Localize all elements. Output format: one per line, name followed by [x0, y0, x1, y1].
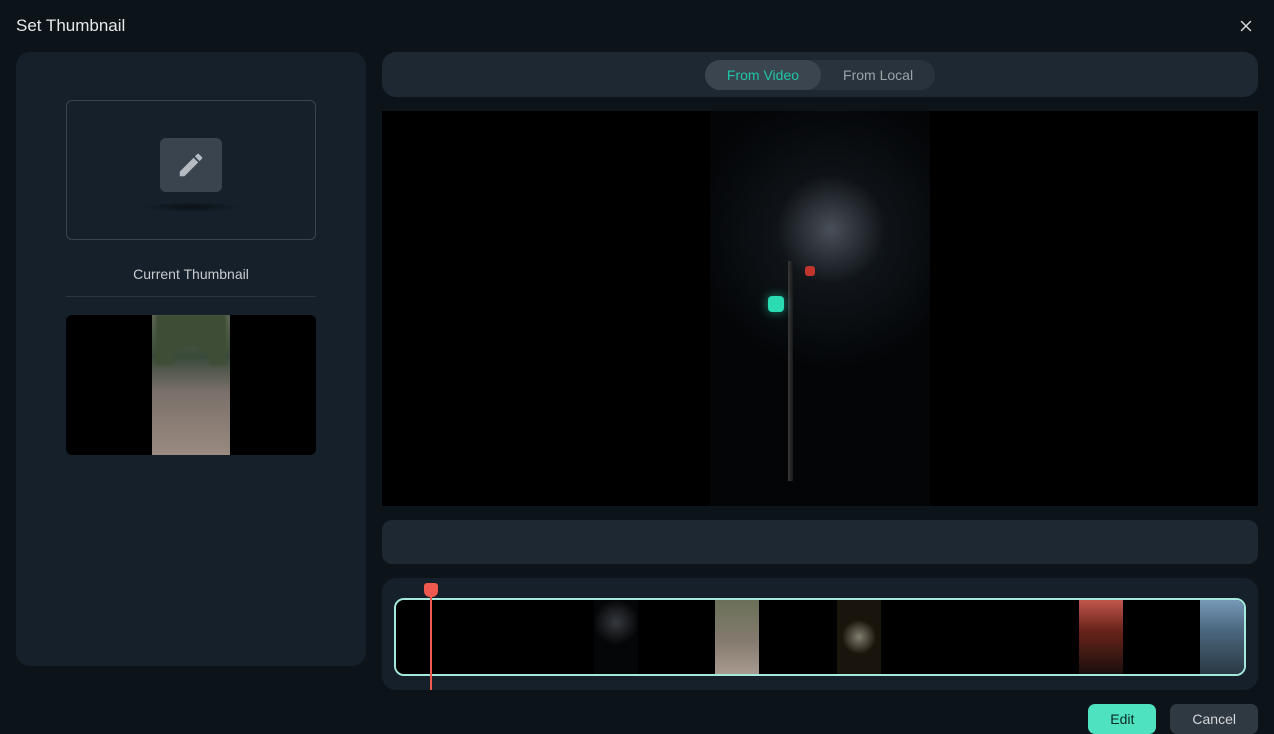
timeline-frame[interactable]	[638, 600, 759, 674]
video-content	[710, 111, 930, 506]
signal-green-graphic	[768, 296, 784, 312]
frame-thumb	[958, 600, 1002, 674]
thumbnail-selector-panel: From Video From Local	[382, 52, 1258, 690]
timeline-panel	[382, 578, 1258, 690]
dialog-title: Set Thumbnail	[16, 16, 125, 36]
video-preview-area	[382, 111, 1258, 506]
timeline-playhead[interactable]	[430, 586, 432, 690]
timeline-frame[interactable]	[1002, 600, 1123, 674]
signal-red-graphic	[805, 266, 815, 276]
cancel-button[interactable]: Cancel	[1170, 704, 1258, 734]
pole-graphic	[788, 261, 793, 481]
frame-thumb	[1079, 600, 1123, 674]
timeline-frame[interactable]	[881, 600, 1002, 674]
frame-thumb	[715, 600, 759, 674]
divider	[66, 296, 316, 297]
tab-from-video[interactable]: From Video	[705, 60, 821, 90]
timeline-track[interactable]	[394, 598, 1246, 676]
edit-button[interactable]: Edit	[1088, 704, 1156, 734]
dialog-header: Set Thumbnail	[16, 14, 1258, 38]
timeline-frame[interactable]	[1123, 600, 1244, 674]
shadow	[141, 202, 241, 212]
pencil-icon	[176, 150, 206, 180]
close-icon	[1237, 17, 1255, 35]
frame-thumb	[837, 600, 881, 674]
thumbnail-preview[interactable]	[66, 315, 316, 455]
source-tabs-bar: From Video From Local	[382, 52, 1258, 97]
timeline-frame[interactable]	[517, 600, 638, 674]
dialog-footer: Edit Cancel	[16, 704, 1258, 734]
frame-thumb	[473, 600, 517, 674]
preview-info-strip	[382, 520, 1258, 564]
video-frame	[470, 111, 1170, 506]
edit-icon-container	[160, 138, 222, 192]
current-thumbnail-label: Current Thumbnail	[133, 266, 249, 282]
preview-image	[152, 315, 230, 455]
thumbnail-edit-box[interactable]	[66, 100, 316, 240]
source-tabs: From Video From Local	[705, 60, 935, 90]
frame-thumb	[1200, 600, 1244, 674]
current-thumbnail-panel: Current Thumbnail	[16, 52, 366, 666]
timeline-frame[interactable]	[759, 600, 880, 674]
tab-from-local[interactable]: From Local	[821, 60, 935, 90]
close-button[interactable]	[1234, 14, 1258, 38]
timeline-frame[interactable]	[396, 600, 517, 674]
frame-thumb	[594, 600, 638, 674]
